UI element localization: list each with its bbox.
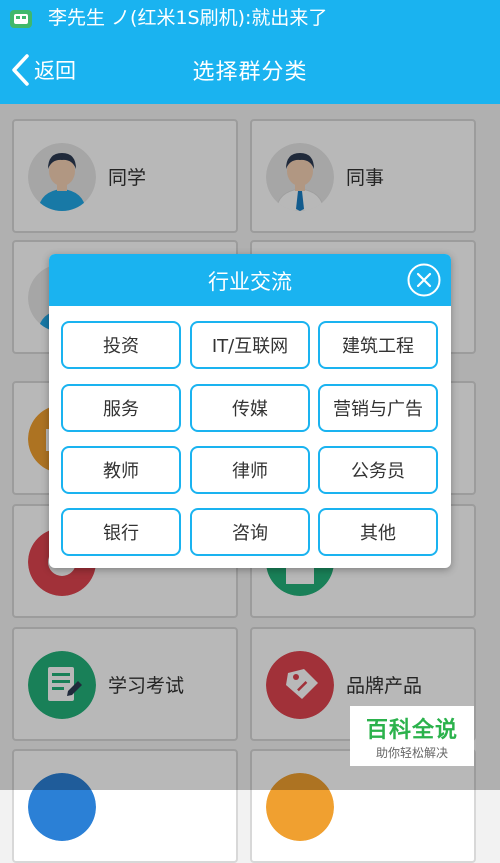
option-consulting[interactable]: 咨询 (190, 508, 310, 556)
dialog-title: 行业交流 (208, 270, 292, 294)
nav-bar: 返回 选择群分类 (0, 36, 500, 104)
page-title: 选择群分类 (192, 60, 308, 85)
dialog-header: 行业交流 (49, 254, 451, 306)
option-investment[interactable]: 投资 (61, 321, 181, 369)
option-media[interactable]: 传媒 (190, 384, 310, 432)
option-service[interactable]: 服务 (61, 384, 181, 432)
option-it-internet[interactable]: IT/互联网 (190, 321, 310, 369)
option-teacher[interactable]: 教师 (61, 446, 181, 494)
option-bank[interactable]: 银行 (61, 508, 181, 556)
watermark-title: 百科全说 (365, 718, 458, 743)
app-notification-icon (10, 10, 32, 28)
option-lawyer[interactable]: 律师 (190, 446, 310, 494)
watermark-subtitle: 助你轻松解决 (375, 746, 448, 760)
industry-dialog: 行业交流 投资 IT/互联网 建筑工程 服务 传媒 营销与广告 教师 律师 公务… (49, 254, 451, 568)
watermark: 百科全说 助你轻松解决 (350, 706, 474, 766)
close-icon[interactable] (407, 263, 441, 297)
option-other[interactable]: 其他 (318, 508, 438, 556)
option-construction[interactable]: 建筑工程 (318, 321, 438, 369)
status-notification-text: 李先生 ノ(红米1S刷机):就出来了 (48, 7, 328, 29)
option-civil-servant[interactable]: 公务员 (318, 446, 438, 494)
status-bar: 李先生 ノ(红米1S刷机):就出来了 (0, 0, 500, 36)
option-marketing-ads[interactable]: 营销与广告 (318, 384, 438, 432)
